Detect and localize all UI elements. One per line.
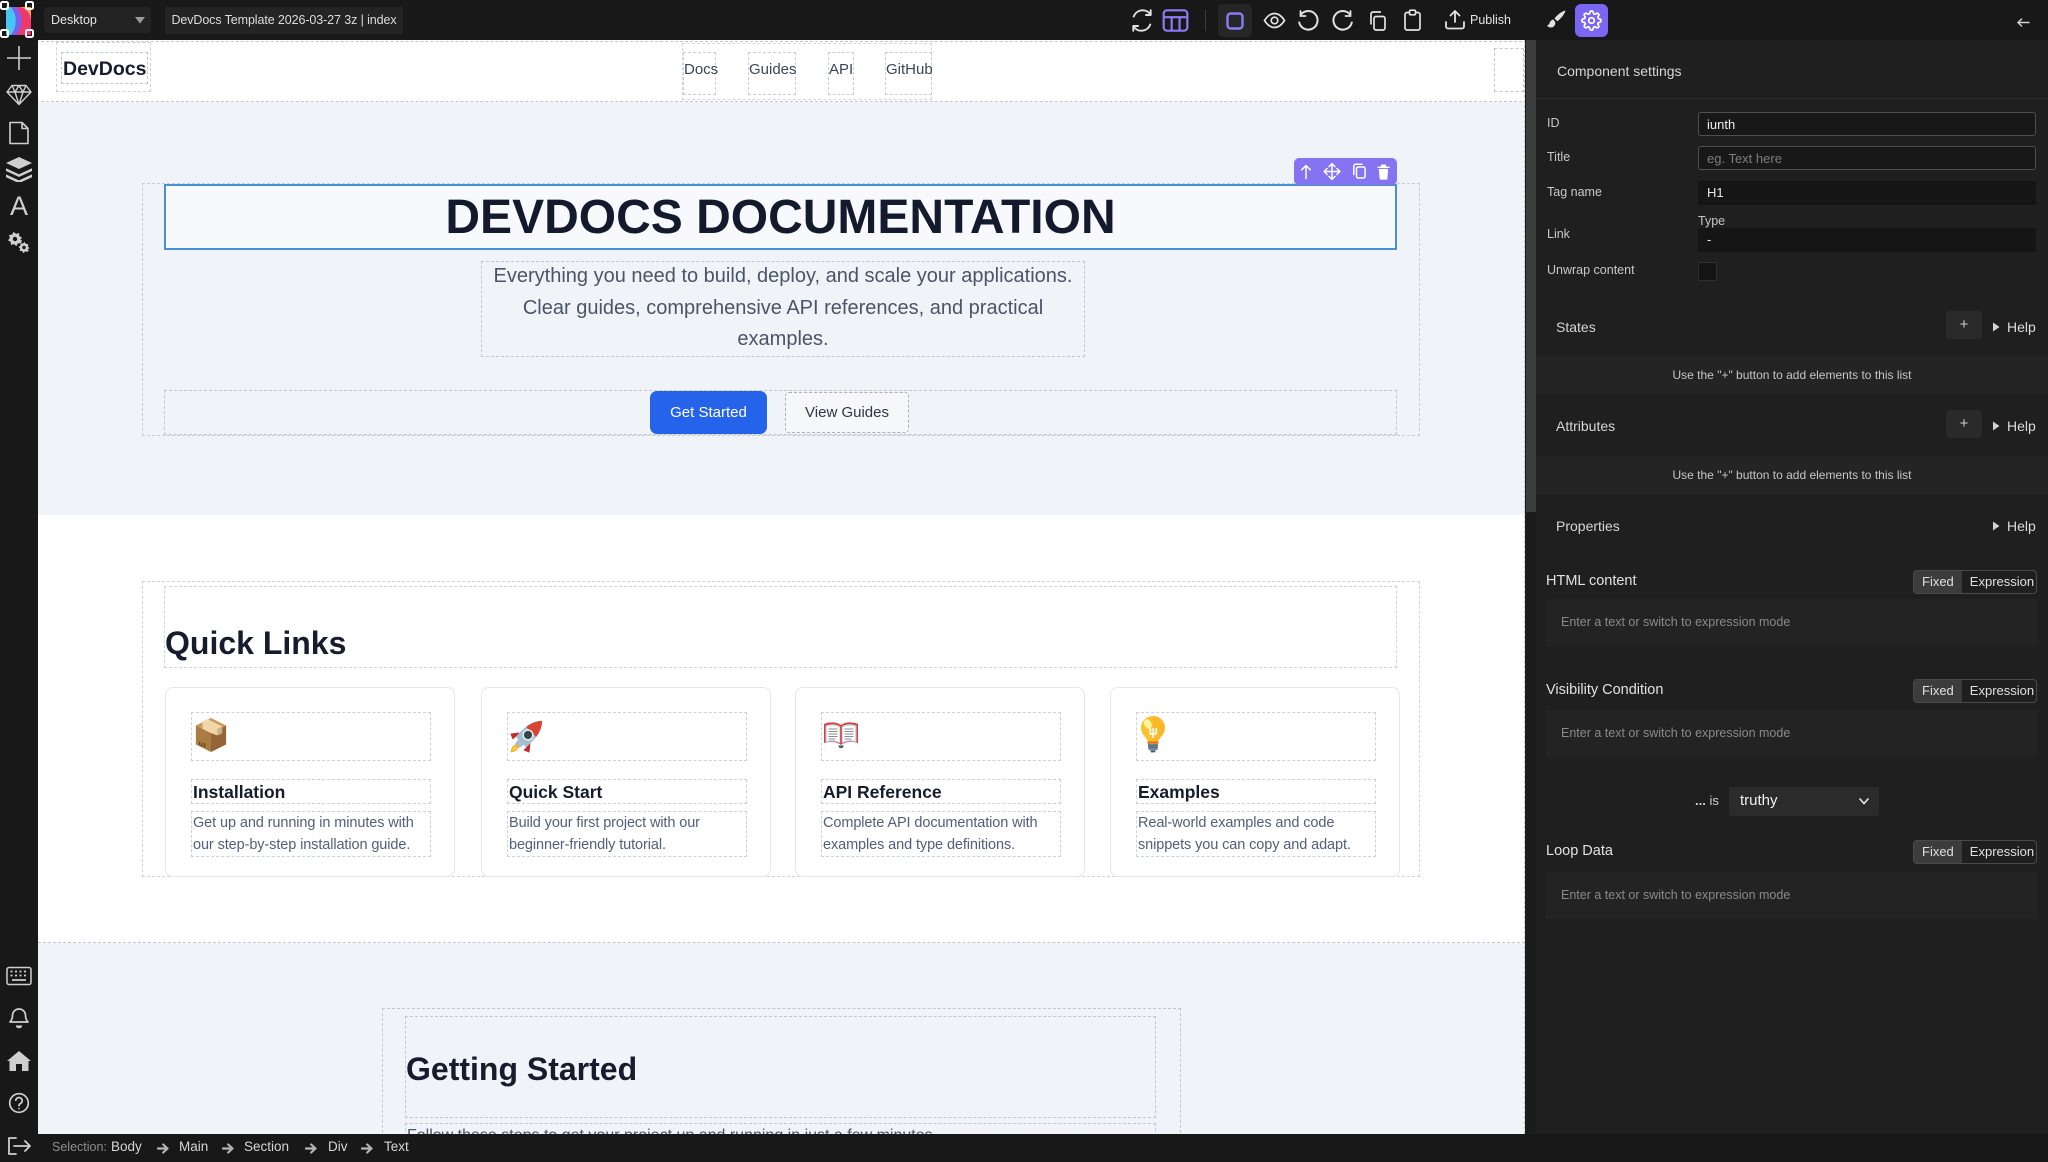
svg-text:uz: uz	[199, 740, 207, 749]
